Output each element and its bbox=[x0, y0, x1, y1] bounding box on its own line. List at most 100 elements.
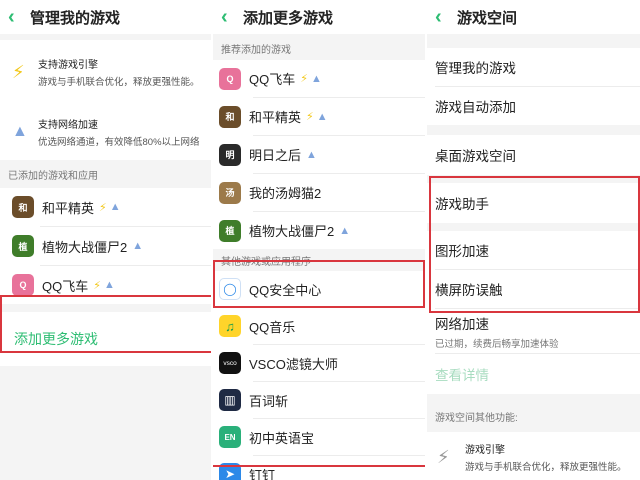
feature-desc: 优选网络通道，有效降低80%以上网络 bbox=[38, 137, 200, 148]
menu-group-assist: 游戏助手 图形加速 横屏防误触 网络加速 已过期，续费后畅享加速体验 查看详情 bbox=[427, 183, 640, 394]
add-more-games-screen: ‹ 添加更多游戏 推荐添加的游戏 Q QQ飞车 ⚡ ▲ 和 和平精英 ⚡ ▲ 明… bbox=[213, 0, 425, 480]
section-label: 游戏空间其他功能: bbox=[435, 412, 518, 424]
app-name: 植物大战僵尸2 bbox=[42, 239, 128, 255]
section-label: 推荐添加的游戏 bbox=[221, 44, 291, 56]
list-item[interactable]: 植 植物大战僵尸2 ▲ bbox=[213, 212, 425, 249]
app-name: VSCO滤镜大师 bbox=[249, 356, 338, 372]
vsco-icon: vsco bbox=[219, 352, 241, 374]
game-assistant-item[interactable]: 游戏助手 bbox=[427, 183, 640, 223]
app-name: QQ飞车 bbox=[42, 278, 89, 294]
qq-speed-icon: Q bbox=[12, 274, 34, 296]
page-title: 添加更多游戏 bbox=[243, 9, 334, 27]
rocket-icon: ▲ bbox=[339, 224, 351, 237]
peace-elite-icon: 和 bbox=[219, 105, 241, 128]
header: ‹ 游戏空间 bbox=[427, 0, 640, 34]
feature-network-boost: ▲ 支持网络加速 优选网络通道，有效降低80%以上网络 bbox=[0, 104, 211, 160]
feature-game-engine: ⚡ 支持游戏引擎 游戏与手机联合优化，释放更强性能。 bbox=[0, 40, 211, 104]
grid-icon: ▥ bbox=[219, 389, 241, 411]
app-name: 明日之后 bbox=[249, 148, 302, 163]
back-arrow-icon[interactable]: ‹ bbox=[435, 6, 457, 29]
list-item[interactable]: 和 和平精英 ⚡ ▲ bbox=[0, 188, 211, 226]
pvz2-icon: 植 bbox=[219, 219, 241, 242]
list-item[interactable]: Q QQ飞车 ⚡ ▲ bbox=[213, 60, 425, 97]
app-name: 和平精英 bbox=[249, 110, 302, 125]
page-title: 游戏空间 bbox=[457, 9, 518, 27]
english-book-icon: EN bbox=[219, 426, 241, 448]
talking-tom-icon: 汤 bbox=[219, 181, 241, 204]
list-item[interactable]: 和 和平精英 ⚡ ▲ bbox=[213, 98, 425, 135]
menu-group-manage: 管理我的游戏 游戏自动添加 bbox=[427, 48, 640, 125]
network-boost-title: 网络加速 bbox=[435, 316, 489, 332]
header: ‹ 管理我的游戏 bbox=[0, 0, 211, 34]
bolt-icon: ⚡ bbox=[12, 61, 25, 82]
game-engine-feature: ⚡ 游戏引擎 游戏与手机联合优化，释放更强性能。 bbox=[427, 432, 640, 480]
added-games-list: 和 和平精英 ⚡ ▲ 植 植物大战僵尸2 ▲ Q QQ飞车 ⚡ ▲ bbox=[0, 188, 211, 304]
rocket-icon: ▲ bbox=[109, 201, 121, 213]
bolt-icon: ⚡ bbox=[93, 279, 101, 292]
app-name: 百词斩 bbox=[249, 393, 289, 409]
rocket-icon: ▲ bbox=[132, 240, 144, 252]
app-name: 我的汤姆猫2 bbox=[249, 186, 322, 201]
graphics-boost-item[interactable]: 图形加速 bbox=[427, 231, 640, 269]
header: ‹ 添加更多游戏 bbox=[213, 0, 425, 34]
list-item[interactable]: vsco VSCO滤镜大师 bbox=[213, 345, 425, 381]
network-boost-desc: 已过期，续费后畅享加速体验 bbox=[435, 338, 559, 350]
menu-group-desktop: 桌面游戏空间 bbox=[427, 135, 640, 175]
auto-add-games-item[interactable]: 游戏自动添加 bbox=[427, 87, 640, 125]
feature-title: 支持网络加速 bbox=[38, 120, 98, 131]
back-arrow-icon[interactable]: ‹ bbox=[8, 6, 30, 29]
feature-row: ⚡ 游戏引擎 游戏与手机联合优化，释放更强性能。 bbox=[427, 432, 640, 480]
shield-icon: ◯ bbox=[219, 278, 241, 300]
list-item[interactable]: 汤 我的汤姆猫2 bbox=[213, 174, 425, 211]
add-more-games-button[interactable]: 添加更多游戏 bbox=[0, 312, 211, 366]
bolt-icon: ⚡ bbox=[99, 201, 107, 214]
manage-my-games-item[interactable]: 管理我的游戏 bbox=[427, 48, 640, 86]
feature-list: ⚡ 支持游戏引擎 游戏与手机联合优化，释放更强性能。 ▲ 支持网络加速 优选网络… bbox=[0, 40, 211, 160]
feature-desc: 游戏与手机联合优化，释放更强性能。 bbox=[465, 462, 627, 473]
landscape-touch-guard-item[interactable]: 横屏防误触 bbox=[427, 270, 640, 308]
manage-games-screen: ‹ 管理我的游戏 ⚡ 支持游戏引擎 游戏与手机联合优化，释放更强性能。 ▲ 支持… bbox=[0, 0, 211, 480]
feature-title: 游戏引擎 bbox=[465, 445, 505, 456]
rocket-icon: ▲ bbox=[310, 72, 322, 85]
music-icon: ♫ bbox=[219, 315, 241, 337]
list-item[interactable]: 植 植物大战僵尸2 ▲ bbox=[0, 227, 211, 265]
desktop-game-space-item[interactable]: 桌面游戏空间 bbox=[427, 135, 640, 175]
feature-desc: 游戏与手机联合优化，释放更强性能。 bbox=[38, 77, 200, 88]
app-name: QQ安全中心 bbox=[249, 282, 322, 298]
other-apps-list: ◯ QQ安全中心 ♫ QQ音乐 vsco VSCO滤镜大师 ▥ 百词斩 EN 初… bbox=[213, 271, 425, 480]
lifeafter-icon: 明 bbox=[219, 143, 241, 166]
app-name: 植物大战僵尸2 bbox=[249, 224, 335, 239]
list-item[interactable]: ▥ 百词斩 bbox=[213, 382, 425, 418]
feature-title: 支持游戏引擎 bbox=[38, 60, 98, 71]
section-label: 其他游戏或应用程序 bbox=[221, 256, 311, 268]
pvz2-icon: 植 bbox=[12, 235, 34, 257]
list-item[interactable]: ◯ QQ安全中心 bbox=[213, 271, 425, 307]
bolt-icon: ⚡ bbox=[437, 446, 450, 467]
list-item[interactable]: ➤ 钉钉 bbox=[213, 456, 425, 480]
list-item[interactable]: EN 初中英语宝 bbox=[213, 419, 425, 455]
list-item[interactable]: ♫ QQ音乐 bbox=[213, 308, 425, 344]
app-name: 和平精英 bbox=[42, 200, 95, 216]
rocket-icon: ▲ bbox=[12, 123, 28, 140]
view-details-link[interactable]: 查看详情 bbox=[427, 354, 640, 394]
page-title: 管理我的游戏 bbox=[30, 9, 121, 27]
rocket-icon: ▲ bbox=[306, 148, 317, 161]
spacer bbox=[427, 223, 640, 231]
section-label: 已添加的游戏和应用 bbox=[8, 170, 98, 182]
rocket-icon: ▲ bbox=[103, 279, 115, 291]
list-item[interactable]: 明 明日之后 ▲ bbox=[213, 136, 425, 173]
app-name: QQ音乐 bbox=[249, 319, 296, 335]
recommended-list: Q QQ飞车 ⚡ ▲ 和 和平精英 ⚡ ▲ 明 明日之后 ▲ 汤 我的汤姆猫2 … bbox=[213, 60, 425, 249]
network-boost-item[interactable]: 网络加速 已过期，续费后畅享加速体验 bbox=[427, 309, 640, 353]
app-name: 初中英语宝 bbox=[249, 430, 315, 446]
bolt-icon: ⚡ bbox=[306, 111, 314, 123]
app-name: QQ飞车 bbox=[249, 72, 296, 87]
add-more-label: 添加更多游戏 bbox=[14, 331, 98, 347]
rocket-icon: ▲ bbox=[316, 110, 328, 123]
back-arrow-icon[interactable]: ‹ bbox=[221, 6, 243, 29]
qq-speed-icon: Q bbox=[219, 67, 241, 90]
peace-elite-icon: 和 bbox=[12, 196, 34, 218]
list-item[interactable]: Q QQ飞车 ⚡ ▲ bbox=[0, 266, 211, 304]
game-space-screen: ‹ 游戏空间 管理我的游戏 游戏自动添加 桌面游戏空间 游戏助手 图形加速 横屏… bbox=[427, 0, 640, 480]
bolt-icon: ⚡ bbox=[300, 73, 308, 85]
